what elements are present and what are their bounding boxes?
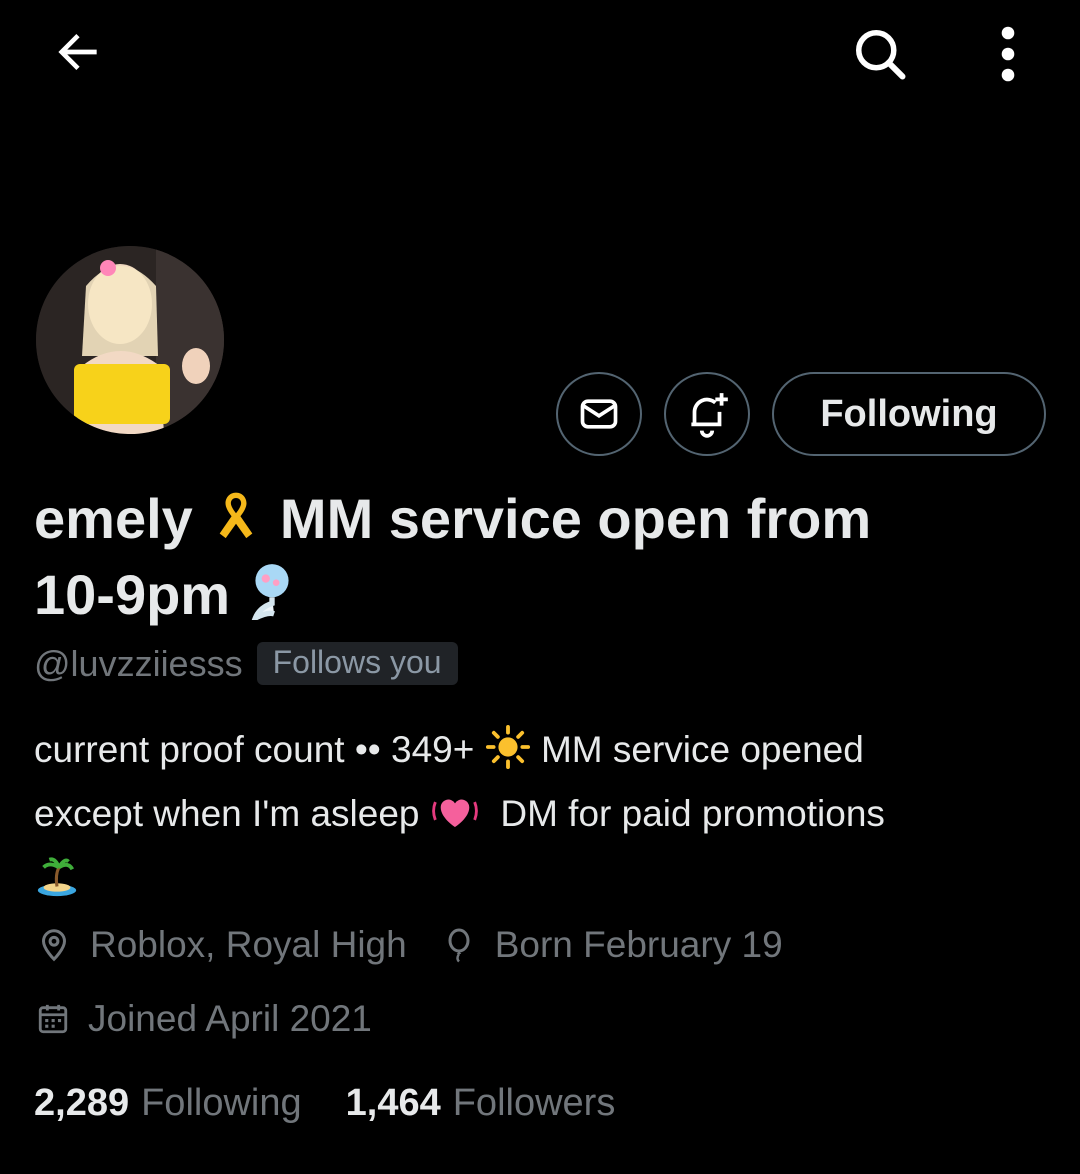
following-label: Following — [141, 1082, 302, 1124]
followers-label: Followers — [452, 1082, 616, 1124]
meta-row-2: Joined April 2021 — [36, 998, 406, 1040]
wind-chime-icon — [246, 562, 298, 636]
profile-bio: current proof count •• 349+ MM service o… — [34, 722, 1044, 914]
joined-text: Joined April 2021 — [88, 998, 372, 1039]
top-bar — [0, 0, 1080, 110]
calendar-icon — [38, 1004, 68, 1034]
more-options-button[interactable] — [984, 22, 1032, 86]
location-item: Roblox, Royal High — [36, 924, 407, 966]
location-text: Roblox, Royal High — [90, 924, 407, 965]
search-button[interactable] — [848, 22, 912, 86]
following-count: 2,289 — [34, 1082, 130, 1124]
display-name-part3: 10-9pm — [34, 563, 231, 626]
display-name-part1: emely — [34, 487, 193, 550]
following-stat[interactable]: 2,289 Following — [34, 1082, 302, 1125]
profile-avatar[interactable] — [36, 246, 224, 434]
bio-text-1b: MM service opened — [540, 729, 864, 770]
display-name-part2: MM service open from — [279, 487, 872, 550]
vibrating-heart-icon — [430, 788, 480, 850]
follow-stats: 2,289 Following 1,464 Followers — [34, 1082, 659, 1125]
desert-island-icon — [34, 852, 80, 914]
followers-stat[interactable]: 1,464 Followers — [346, 1082, 616, 1125]
search-icon — [856, 30, 906, 80]
display-name: emely MM service open from 10-9pm — [34, 484, 1034, 636]
followers-count: 1,464 — [345, 1082, 441, 1124]
notifications-button[interactable] — [664, 372, 750, 456]
bio-text-2a: except when I'm asleep — [34, 793, 420, 834]
birthday-text: Born February 19 — [494, 924, 783, 965]
balloon-icon — [448, 928, 470, 963]
back-button[interactable] — [48, 22, 108, 82]
arrow-left-icon — [58, 34, 97, 70]
avatar-image — [36, 246, 224, 434]
meta-row-1: Roblox, Royal High Born February 19 — [36, 924, 817, 966]
sun-icon — [485, 724, 531, 786]
location-pin-icon — [41, 929, 67, 962]
message-button[interactable] — [556, 372, 642, 456]
joined-item: Joined April 2021 — [36, 998, 372, 1040]
follows-you-badge: Follows you — [256, 642, 458, 685]
ribbon-icon — [208, 488, 264, 560]
bell-plus-icon — [691, 393, 728, 438]
bio-text-2b: DM for paid promotions — [500, 793, 885, 834]
bio-text-1a: current proof count •• 349+ — [34, 729, 475, 770]
more-vertical-icon — [1001, 26, 1015, 82]
following-button[interactable]: Following — [772, 372, 1046, 456]
birthday-item: Born February 19 — [441, 924, 783, 966]
handle-row: @luvzziiesss Follows you — [34, 642, 458, 685]
envelope-icon — [580, 399, 618, 429]
username-handle: @luvzziiesss — [34, 642, 243, 684]
